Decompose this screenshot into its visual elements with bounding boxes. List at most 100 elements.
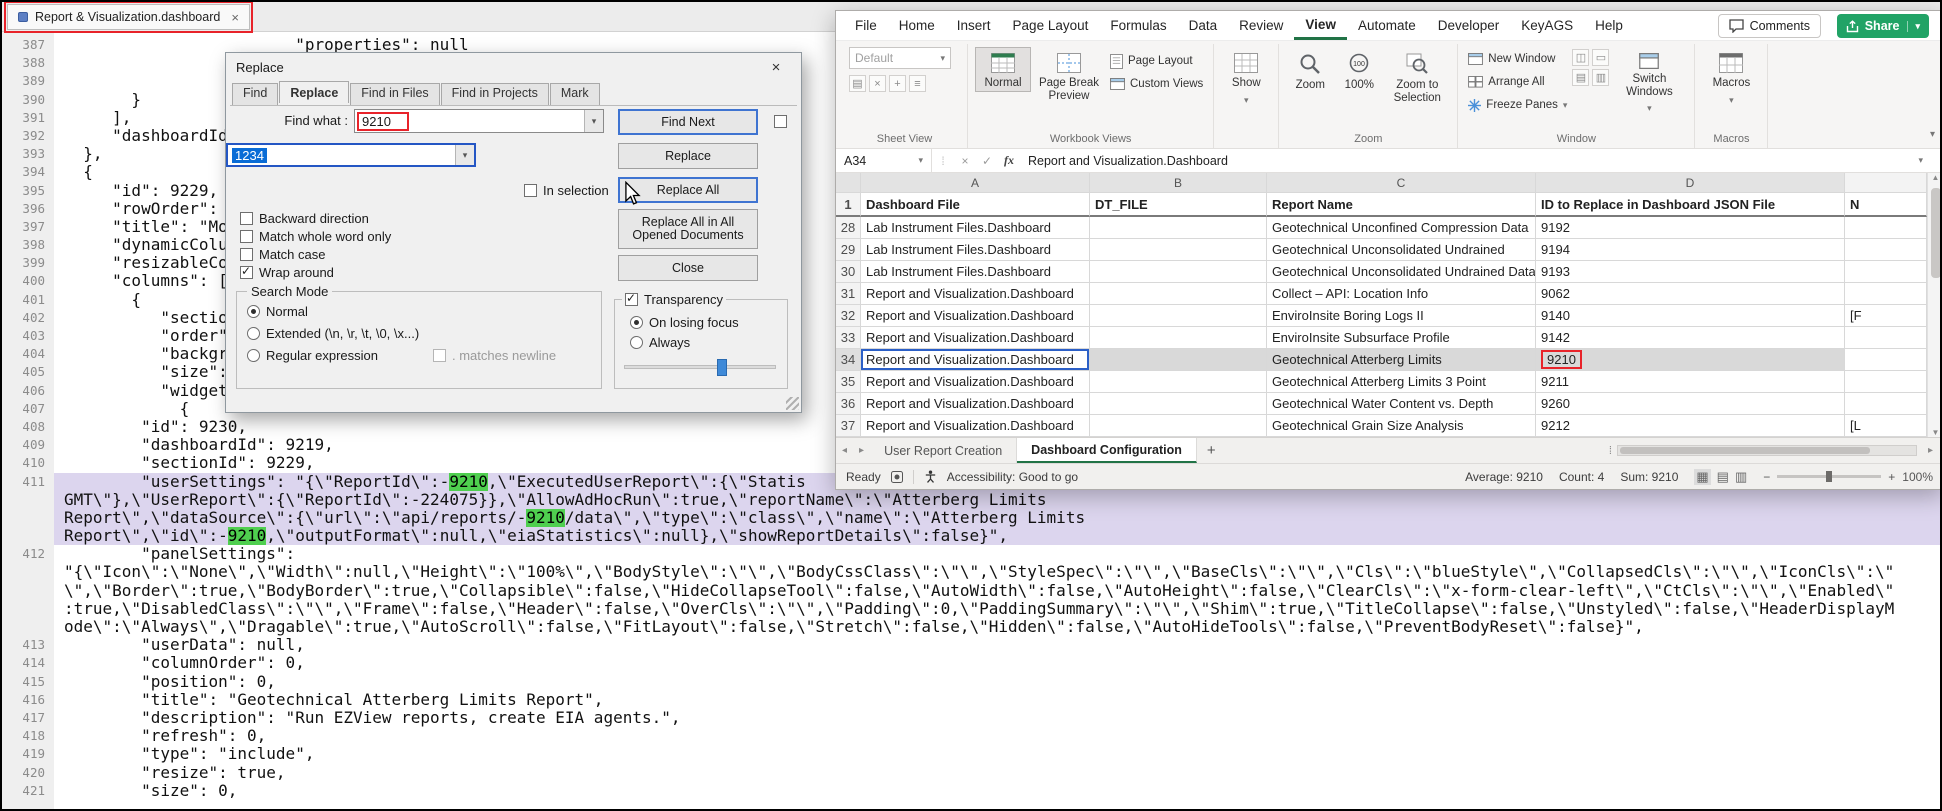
code-line[interactable]: ode\":\"Always\",\"Dragable\":true,\"Aut… — [2, 618, 1940, 636]
column-header-e[interactable] — [1845, 173, 1927, 193]
zoom-slider-thumb[interactable] — [1826, 471, 1832, 482]
zoom-level[interactable]: 100% — [1902, 470, 1933, 484]
menu-tab-page-layout[interactable]: Page Layout — [1002, 11, 1100, 40]
cell-b31[interactable] — [1090, 283, 1267, 305]
cell-c37[interactable]: Geotechnical Grain Size Analysis — [1267, 415, 1536, 437]
arrange-all-button[interactable]: Arrange All — [1465, 72, 1570, 92]
row-header-32[interactable]: 32 — [836, 305, 861, 327]
transparency-option[interactable]: Transparency — [622, 292, 726, 307]
on-losing-focus-radio[interactable] — [630, 316, 643, 329]
dialog-tab-mark[interactable]: Mark — [550, 83, 600, 105]
cell-e1[interactable]: N — [1845, 193, 1927, 217]
column-header-c[interactable]: C — [1267, 173, 1536, 193]
row-header-33[interactable]: 33 — [836, 327, 861, 349]
row-header-35[interactable]: 35 — [836, 371, 861, 393]
cell-a32[interactable]: Report and Visualization.Dashboard — [861, 305, 1090, 327]
menu-tab-data[interactable]: Data — [1178, 11, 1229, 40]
cell-e34[interactable] — [1845, 349, 1927, 371]
cell-b29[interactable] — [1090, 239, 1267, 261]
find-next-button[interactable]: Find Next — [618, 109, 758, 135]
sheet-prev-icon[interactable]: ◂ — [836, 438, 853, 463]
row-header-37[interactable]: 37 — [836, 415, 861, 437]
menu-tab-review[interactable]: Review — [1228, 11, 1294, 40]
code-line[interactable]: Report\",\"dataSource\":{\"url\":\"api/r… — [2, 509, 1940, 527]
chevron-down-icon[interactable]: ▾ — [584, 110, 603, 132]
cell-b33[interactable] — [1090, 327, 1267, 349]
cell-c1[interactable]: Report Name — [1267, 193, 1536, 217]
zoom-to-selection-button[interactable]: Zoom to Selection — [1384, 47, 1450, 106]
cell-c29[interactable]: Geotechnical Unconsolidated Undrained — [1267, 239, 1536, 261]
cell-e37[interactable]: [L — [1845, 415, 1927, 437]
cell-d35[interactable]: 9211 — [1536, 371, 1845, 393]
cell-b32[interactable] — [1090, 305, 1267, 327]
accessibility-status[interactable]: Accessibility: Good to go — [947, 470, 1078, 484]
macros-button[interactable]: Macros ▾ — [1702, 47, 1760, 108]
cell-a35[interactable]: Report and Visualization.Dashboard — [861, 371, 1090, 393]
cell-c35[interactable]: Geotechnical Atterberg Limits 3 Point — [1267, 371, 1536, 393]
vertical-scrollbar[interactable]: ▲ ▼ — [1927, 173, 1942, 437]
cell-b28[interactable] — [1090, 217, 1267, 239]
match-whole-word-checkbox[interactable] — [240, 230, 253, 243]
dialog-title-bar[interactable]: Replace × — [226, 53, 801, 81]
resize-grip[interactable] — [786, 397, 799, 410]
cell-c32[interactable]: EnviroInsite Boring Logs II — [1267, 305, 1536, 327]
dialog-close-icon[interactable]: × — [761, 59, 791, 76]
always-radio[interactable] — [630, 336, 643, 349]
page-layout-view-toggle-icon[interactable]: ▤ — [1717, 469, 1729, 485]
code-line[interactable]: 420 "resize": true, — [2, 764, 1940, 782]
scrollbar-thumb[interactable] — [1931, 188, 1941, 278]
switch-windows-button[interactable]: Switch Windows ▾ — [1611, 47, 1687, 117]
on-losing-focus-option[interactable]: On losing focus — [630, 315, 739, 330]
cell-d36[interactable]: 9260 — [1536, 393, 1845, 415]
chevron-down-icon[interactable]: ▾ — [918, 155, 923, 166]
cell-b37[interactable] — [1090, 415, 1267, 437]
expand-formula-bar-icon[interactable]: ▾ — [1918, 155, 1923, 166]
row-header-1[interactable]: 1 — [836, 193, 861, 217]
row-header-34[interactable]: 34 — [836, 349, 861, 371]
name-box[interactable]: A34 ▾ — [836, 149, 932, 172]
view-side-by-side-icon[interactable]: ▤ — [1572, 69, 1589, 86]
collapse-ribbon-icon[interactable]: ▾ — [1930, 129, 1935, 140]
sheet-tab-dashboard-configuration[interactable]: Dashboard Configuration — [1017, 438, 1197, 463]
menu-tab-help[interactable]: Help — [1584, 11, 1634, 40]
extended-radio[interactable] — [247, 327, 260, 340]
cell-d34[interactable]: 9210 — [1536, 349, 1845, 371]
row-header-31[interactable]: 31 — [836, 283, 861, 305]
cell-b1[interactable]: DT_FILE — [1090, 193, 1267, 217]
hide-window-icon[interactable]: ▭ — [1592, 49, 1609, 66]
code-line[interactable]: \",\"Border\":true,\"BodyBorder\":true,\… — [2, 582, 1940, 600]
normal-radio[interactable] — [247, 305, 260, 318]
page-break-view-toggle-icon[interactable]: ▥ — [1735, 469, 1747, 485]
cell-c31[interactable]: Collect – API: Location Info — [1267, 283, 1536, 305]
custom-views-button[interactable]: Custom Views — [1107, 74, 1206, 94]
column-header-b[interactable]: B — [1090, 173, 1267, 193]
macro-record-icon[interactable] — [891, 471, 903, 483]
scroll-up-icon[interactable]: ▲ — [1932, 173, 1940, 182]
code-line[interactable]: 416 "title": "Geotechnical Atterberg Lim… — [2, 691, 1940, 709]
column-header-a[interactable]: A — [861, 173, 1090, 193]
formula-input[interactable]: Report and Visualization.Dashboard — [1020, 154, 1918, 168]
zoom-in-icon[interactable]: + — [1888, 470, 1895, 484]
sheet-view-options-icon[interactable]: ≡ — [909, 75, 926, 92]
code-line[interactable]: 415 "position": 0, — [2, 673, 1940, 691]
cell-a1[interactable]: Dashboard File — [861, 193, 1090, 217]
zoom-slider[interactable] — [1777, 475, 1881, 478]
row-header-36[interactable]: 36 — [836, 393, 861, 415]
sheet-next-icon[interactable]: ▸ — [853, 438, 870, 463]
cell-a28[interactable]: Lab Instrument Files.Dashboard — [861, 217, 1090, 239]
dialog-tab-find[interactable]: Find — [232, 83, 278, 105]
cell-d1[interactable]: ID to Replace in Dashboard JSON File — [1536, 193, 1845, 217]
cell-d28[interactable]: 9192 — [1536, 217, 1845, 239]
scroll-right-icon[interactable]: ▸ — [1922, 445, 1939, 456]
select-all-corner[interactable] — [836, 173, 861, 193]
menu-tab-formulas[interactable]: Formulas — [1099, 11, 1177, 40]
code-line[interactable]: 413 "userData": null, — [2, 636, 1940, 654]
zoom-out-icon[interactable]: − — [1763, 470, 1770, 484]
tab-close-icon[interactable]: × — [231, 10, 239, 25]
cell-e33[interactable] — [1845, 327, 1927, 349]
dialog-tab-find-in-files[interactable]: Find in Files — [350, 83, 439, 105]
page-break-preview-button[interactable]: Page Break Preview — [1033, 47, 1105, 104]
close-button[interactable]: Close — [618, 255, 758, 281]
code-line[interactable]: "{\"Icon\":\"None\",\"Width\":null,\"Hei… — [2, 563, 1940, 581]
cell-d29[interactable]: 9194 — [1536, 239, 1845, 261]
